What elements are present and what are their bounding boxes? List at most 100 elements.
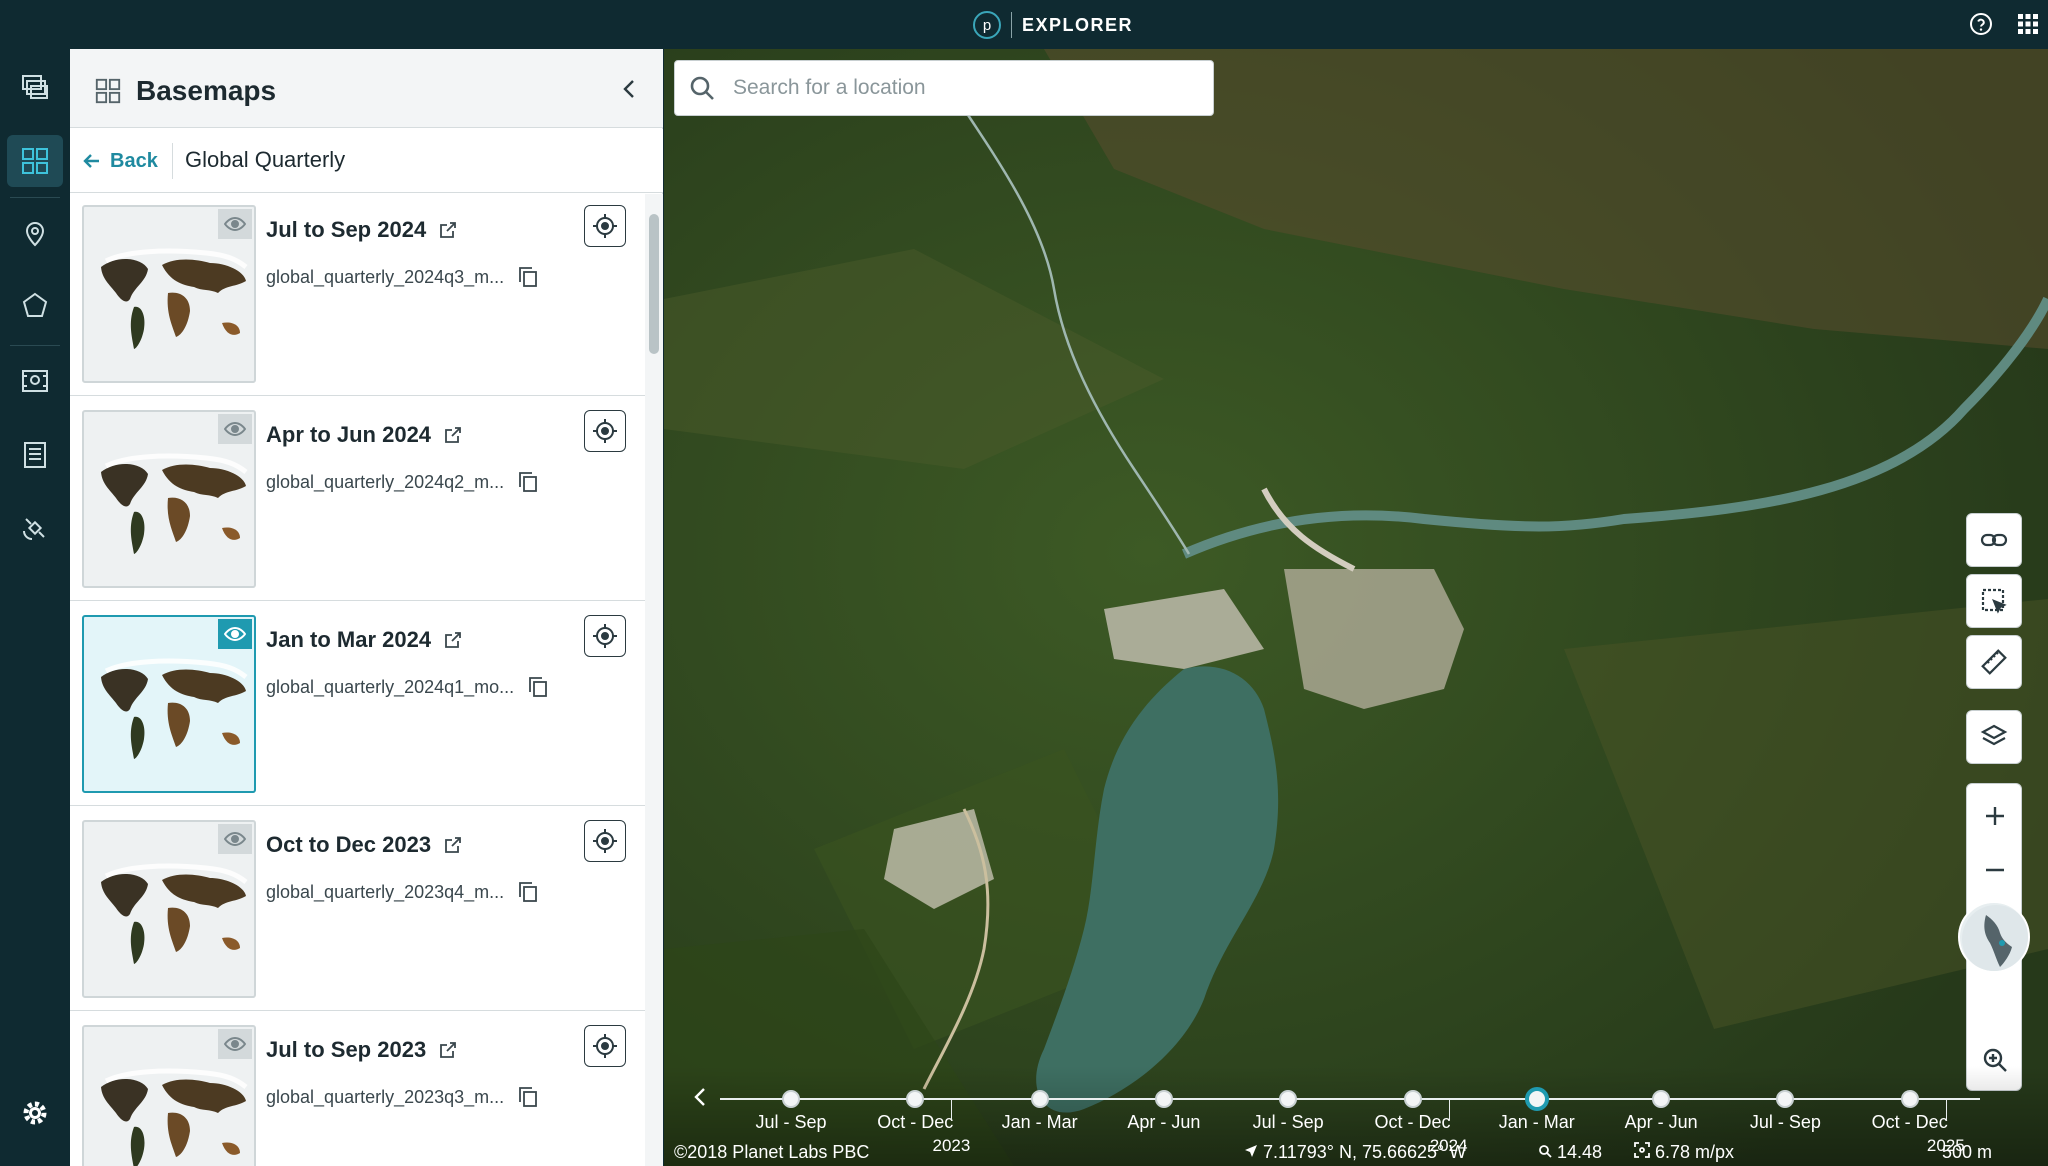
zoom-value: 14.48	[1557, 1142, 1603, 1162]
copy-icon[interactable]	[518, 1086, 538, 1108]
open-external-icon[interactable]	[438, 220, 458, 240]
crosshair-icon	[593, 1034, 617, 1058]
timeline-dot[interactable]	[1776, 1090, 1795, 1108]
map-layers-button[interactable]	[1966, 710, 2022, 764]
rail-places-button[interactable]	[7, 207, 63, 259]
timeline-label[interactable]: Apr - Jun	[1625, 1112, 1698, 1133]
timeline-dot[interactable]	[906, 1090, 925, 1108]
timeline-dot[interactable]	[1279, 1090, 1298, 1108]
basemap-id-text: global_quarterly_2024q3_m...	[266, 266, 505, 287]
basemaps-panel: Basemaps Back Global Quarterly Jul to Se…	[70, 49, 663, 1166]
timeline-dot[interactable]	[1524, 1087, 1549, 1111]
measure-button[interactable]	[1966, 635, 2022, 689]
basemap-item[interactable]: Jul to Sep 2024 global_quarterly_2024q3_m…	[70, 194, 645, 396]
zoom-to-basemap-button[interactable]	[584, 820, 626, 862]
basemap-thumbnail[interactable]	[82, 1025, 256, 1166]
help-icon[interactable]	[1969, 12, 1993, 36]
zoom-to-basemap-button[interactable]	[584, 615, 626, 657]
polygon-icon	[22, 292, 48, 317]
basemap-item[interactable]: Jul to Sep 2023 global_quarterly_2023q3_m…	[70, 1014, 645, 1166]
basemap-thumbnail[interactable]	[82, 205, 256, 383]
timeline-label[interactable]: Jul - Sep	[1750, 1112, 1821, 1133]
open-external-icon[interactable]	[443, 425, 463, 445]
timeline-label[interactable]: Oct - Dec	[1872, 1112, 1948, 1133]
basemap-id: global_quarterly_2023q3_m...	[266, 1086, 538, 1108]
timeline-label[interactable]: Oct - Dec	[1374, 1112, 1450, 1133]
share-link-button[interactable]	[1966, 513, 2022, 567]
resolution-value: 6.78 m/px	[1655, 1142, 1735, 1162]
collection-title: Global Quarterly	[185, 147, 346, 172]
copy-icon[interactable]	[518, 881, 538, 903]
timeline-dot[interactable]	[1154, 1090, 1173, 1108]
basemap-title-text: Jul to Sep 2023	[266, 1037, 427, 1062]
visibility-eye-icon[interactable]	[218, 1029, 252, 1059]
collection-bar: Back Global Quarterly	[70, 129, 663, 193]
visibility-eye-icon[interactable]	[218, 824, 252, 854]
location-search[interactable]: Search for a location	[674, 60, 1214, 116]
open-external-icon[interactable]	[438, 1040, 458, 1060]
timeline-year: 2023	[932, 1136, 971, 1155]
timeline-dot[interactable]	[782, 1090, 800, 1108]
rail-settings-button[interactable]	[7, 1087, 63, 1139]
collapse-panel-chevron-icon[interactable]	[618, 77, 642, 101]
visibility-eye-icon[interactable]	[218, 209, 252, 239]
panel-header: Basemaps	[70, 49, 663, 128]
rail-layers-button[interactable]	[7, 62, 63, 114]
open-external-icon[interactable]	[443, 630, 463, 650]
rail-areas-button[interactable]	[7, 280, 63, 332]
zoom-to-basemap-button[interactable]	[584, 1025, 626, 1067]
zoom-level: 14.48	[1538, 1142, 1602, 1163]
app-title: EXPLORER	[1022, 14, 1134, 35]
rail-basemaps-button[interactable]	[7, 135, 63, 187]
visibility-eye-icon[interactable]	[218, 619, 252, 649]
timeline-label[interactable]: Jul - Sep	[1253, 1112, 1324, 1133]
timeline-year-tick	[1448, 1100, 1450, 1120]
timeline-dot[interactable]	[1403, 1090, 1422, 1108]
timeline-dot[interactable]	[1030, 1090, 1049, 1108]
satellite-icon	[23, 518, 45, 540]
timeline-label[interactable]: Oct - Dec	[877, 1112, 953, 1133]
copy-icon[interactable]	[518, 266, 538, 288]
copy-icon[interactable]	[518, 471, 538, 493]
timeline-label[interactable]: Jul - Sep	[755, 1112, 826, 1133]
crosshair-icon	[593, 214, 617, 238]
basemap-item[interactable]: Apr to Jun 2024 global_quarterly_2024q2_m…	[70, 399, 645, 601]
timeline-label[interactable]: Apr - Jun	[1127, 1112, 1200, 1133]
timeline-dot[interactable]	[1900, 1090, 1919, 1108]
rail-map-tools-button[interactable]	[7, 355, 63, 407]
layers-icon	[1980, 724, 2008, 746]
document-list-icon	[24, 442, 46, 468]
basemap-item[interactable]: Oct to Dec 2023 global_quarterly_2023q4_m…	[70, 809, 645, 1011]
basemap-thumbnail[interactable]	[82, 615, 256, 793]
zoom-to-basemap-button[interactable]	[584, 205, 626, 247]
timeline-label[interactable]: Jan - Mar	[1002, 1112, 1078, 1133]
location-arrow-icon	[1245, 1145, 1257, 1157]
zoom-to-basemap-button[interactable]	[584, 410, 626, 452]
timeline-label[interactable]: Jan - Mar	[1499, 1112, 1575, 1133]
basemap-thumbnail[interactable]	[82, 820, 256, 998]
select-area-button[interactable]	[1966, 574, 2022, 628]
basemap-thumbnail[interactable]	[82, 410, 256, 588]
apps-grid-icon[interactable]	[2016, 12, 2040, 36]
open-external-icon[interactable]	[443, 835, 463, 855]
search-icon	[690, 76, 714, 100]
scrollbar-thumb[interactable]	[649, 214, 659, 354]
crosshair-icon	[593, 624, 617, 648]
timeline-prev-chevron-icon[interactable]	[692, 1086, 710, 1108]
copy-icon[interactable]	[528, 676, 548, 698]
resolution: 6.78 m/px	[1634, 1142, 1734, 1163]
timeline-dot[interactable]	[1652, 1090, 1671, 1108]
top-bar: p EXPLORER	[0, 0, 2048, 49]
map-view[interactable]: Search for a location Jul - Sep Oct - Dec…	[664, 49, 2048, 1166]
visibility-eye-icon[interactable]	[218, 414, 252, 444]
panel-scrollbar[interactable]	[645, 194, 663, 1166]
basemap-title: Jan to Mar 2024	[266, 627, 463, 653]
rail-tasking-button[interactable]	[7, 502, 63, 554]
left-rail	[0, 49, 70, 1166]
globe-overview-button[interactable]	[1958, 901, 2030, 973]
rail-reports-button[interactable]	[7, 429, 63, 481]
basemap-item[interactable]: Jan to Mar 2024 global_quarterly_2024q1_m…	[70, 604, 645, 806]
zoom-in-button[interactable]	[1967, 790, 2023, 842]
zoom-out-button[interactable]	[1967, 844, 2023, 896]
back-button[interactable]: Back	[82, 143, 173, 179]
